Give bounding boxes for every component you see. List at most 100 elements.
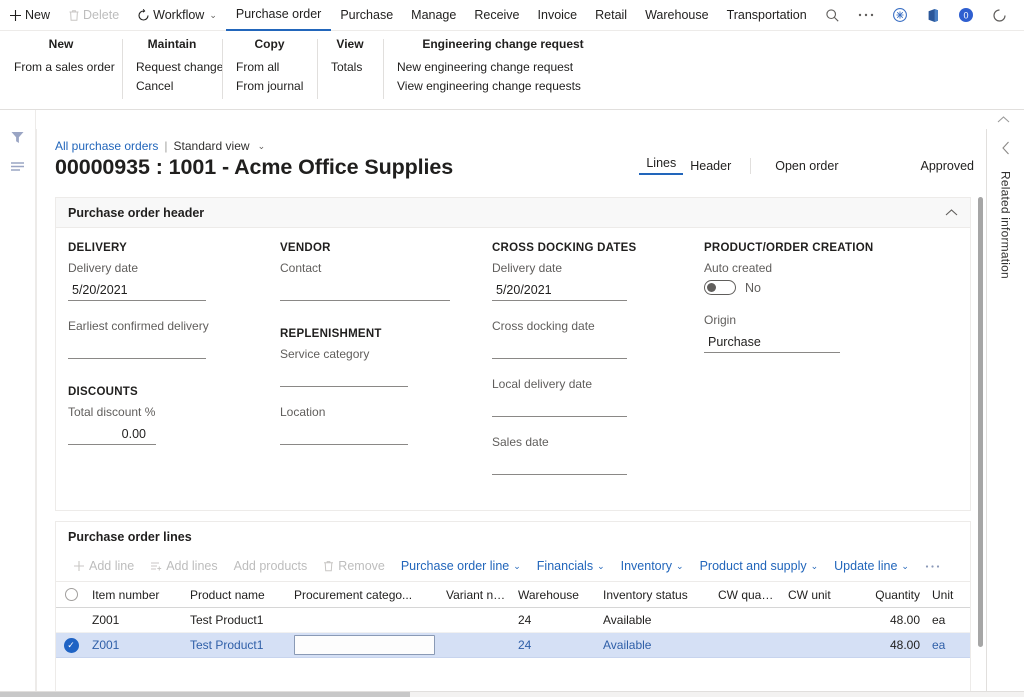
tab-purchase-order[interactable]: Purchase order bbox=[225, 0, 332, 31]
office-app-button[interactable] bbox=[917, 0, 949, 31]
content-vertical-scrollbar[interactable] bbox=[975, 197, 985, 647]
field-earliest-confirmed-delivery-input[interactable] bbox=[68, 338, 206, 359]
cell-product-name[interactable]: Test Product1 bbox=[184, 638, 288, 652]
notifications-button[interactable]: 0 bbox=[949, 0, 983, 31]
update-line-menu[interactable]: Update line ⌄ bbox=[827, 553, 916, 579]
cell-item-number[interactable]: Z001 bbox=[86, 613, 184, 627]
cell-procurement-category[interactable] bbox=[288, 635, 440, 655]
ribbon-link-request-change[interactable]: Request change bbox=[136, 58, 223, 77]
breadcrumb-all-purchase-orders[interactable]: All purchase orders bbox=[55, 139, 158, 153]
financials-menu[interactable]: Financials ⌄ bbox=[530, 553, 612, 579]
ribbon-link-from-journal[interactable]: From journal bbox=[236, 77, 303, 96]
filter-icon[interactable] bbox=[10, 130, 25, 145]
delete-button[interactable]: Delete bbox=[59, 0, 128, 31]
update-line-menu-label: Update line bbox=[834, 559, 898, 573]
check-icon[interactable]: ✓ bbox=[63, 637, 79, 653]
tab-manage[interactable]: Manage bbox=[402, 0, 465, 31]
share-button[interactable] bbox=[883, 0, 917, 31]
ribbon-link-cancel[interactable]: Cancel bbox=[136, 77, 208, 96]
remove-button[interactable]: Remove bbox=[316, 553, 392, 579]
tab-purchase[interactable]: Purchase bbox=[331, 0, 402, 31]
column-header-item-number[interactable]: Item number bbox=[86, 588, 184, 602]
chevron-up-icon[interactable] bbox=[945, 208, 958, 217]
procurement-category-input[interactable] bbox=[294, 635, 435, 655]
purchase-order-lines-header-bar[interactable]: Purchase order lines bbox=[56, 522, 970, 551]
scrollbar-thumb[interactable] bbox=[978, 197, 983, 647]
field-sales-date-input[interactable] bbox=[492, 454, 627, 475]
tab-invoice[interactable]: Invoice bbox=[529, 0, 587, 31]
ribbon-link-view-engineering-change-requests[interactable]: View engineering change requests bbox=[397, 77, 609, 96]
cell-inventory-status[interactable]: Available bbox=[597, 638, 712, 652]
field-local-delivery-date-input[interactable] bbox=[492, 396, 627, 417]
related-information-panel[interactable]: Related information bbox=[986, 129, 1024, 697]
ribbon-link-from-all[interactable]: From all bbox=[236, 58, 303, 77]
collapse-action-pane-button[interactable] bbox=[992, 110, 1014, 128]
column-header-variant-number[interactable]: Variant num... bbox=[440, 588, 512, 602]
column-header-warehouse[interactable]: Warehouse bbox=[512, 588, 597, 602]
overflow-menu-button[interactable] bbox=[849, 0, 883, 31]
cell-unit[interactable]: ea bbox=[926, 638, 966, 652]
new-button[interactable]: New bbox=[0, 0, 59, 31]
column-header-procurement-category[interactable]: Procurement catego... bbox=[288, 588, 440, 602]
radio-unselected-icon[interactable] bbox=[64, 588, 78, 601]
column-header-unit[interactable]: Unit bbox=[926, 588, 966, 602]
field-location-input[interactable] bbox=[280, 424, 408, 445]
tab-transportation[interactable]: Transportation bbox=[718, 0, 816, 31]
inventory-menu[interactable]: Inventory ⌄ bbox=[614, 553, 691, 579]
ribbon-link-from-a-sales-order[interactable]: From a sales order bbox=[14, 58, 115, 77]
column-header-cw-unit[interactable]: CW unit bbox=[782, 588, 838, 602]
cell-warehouse[interactable]: 24 bbox=[512, 638, 597, 652]
table-row[interactable]: Z001 Test Product1 24 Available 48.00 ea bbox=[56, 608, 970, 633]
cell-warehouse[interactable]: 24 bbox=[512, 613, 597, 627]
select-all-cell[interactable] bbox=[56, 588, 86, 601]
purchase-order-line-menu[interactable]: Purchase order line ⌄ bbox=[394, 553, 528, 579]
tab-receive[interactable]: Receive bbox=[465, 0, 528, 31]
cell-item-number[interactable]: Z001 bbox=[86, 638, 184, 652]
table-row[interactable]: ✓ Z001 Test Product1 24 Available 48.00 bbox=[56, 633, 970, 658]
field-auto-created: Auto created No bbox=[704, 260, 944, 295]
ribbon-group-ecr-title: Engineering change request bbox=[422, 37, 584, 51]
cell-product-name[interactable]: Test Product1 bbox=[184, 613, 288, 627]
window-bottom-scrollbar[interactable] bbox=[0, 691, 1024, 697]
row-select-cell[interactable]: ✓ bbox=[56, 637, 86, 653]
tab-retail[interactable]: Retail bbox=[586, 0, 636, 31]
cell-inventory-status[interactable]: Available bbox=[597, 613, 712, 627]
chevron-left-icon[interactable] bbox=[1001, 141, 1011, 155]
column-header-cw-quantity[interactable]: CW quantity bbox=[712, 588, 782, 602]
add-lines-button[interactable]: Add lines bbox=[143, 553, 224, 579]
field-contact-input[interactable] bbox=[280, 280, 450, 301]
auto-created-toggle[interactable] bbox=[704, 280, 736, 295]
tab-header[interactable]: Header bbox=[683, 159, 738, 173]
refresh-button[interactable] bbox=[983, 0, 1016, 31]
field-origin-input[interactable]: Purchase bbox=[704, 332, 840, 353]
field-cross-docking-date-input[interactable] bbox=[492, 338, 627, 359]
ribbon-link-totals[interactable]: Totals bbox=[331, 58, 369, 77]
view-selector-label[interactable]: Standard view bbox=[174, 139, 250, 153]
column-header-product-name[interactable]: Product name bbox=[184, 588, 288, 602]
add-line-button[interactable]: Add line bbox=[66, 553, 141, 579]
add-products-button[interactable]: Add products bbox=[227, 553, 315, 579]
field-delivery-date-input[interactable]: 5/20/2021 bbox=[68, 280, 206, 301]
chevron-down-icon[interactable]: ⌄ bbox=[258, 141, 266, 152]
workflow-button[interactable]: Workflow ⌄ bbox=[128, 0, 226, 31]
tab-warehouse[interactable]: Warehouse bbox=[636, 0, 717, 31]
open-in-new-window-button[interactable] bbox=[1016, 0, 1024, 31]
search-button[interactable] bbox=[816, 0, 849, 31]
field-service-category-input[interactable] bbox=[280, 366, 408, 387]
overflow-ellipsis-icon bbox=[925, 564, 940, 569]
column-header-inventory-status[interactable]: Inventory status bbox=[597, 588, 712, 602]
ribbon-link-new-engineering-change-request[interactable]: New engineering change request bbox=[397, 58, 609, 77]
product-and-supply-menu[interactable]: Product and supply ⌄ bbox=[693, 553, 826, 579]
column-header-quantity[interactable]: Quantity bbox=[838, 588, 926, 602]
purchase-order-header-bar[interactable]: Purchase order header bbox=[56, 198, 970, 228]
cell-unit[interactable]: ea bbox=[926, 613, 966, 627]
tab-lines[interactable]: Lines bbox=[639, 156, 684, 175]
field-cd-delivery-date-input[interactable]: 5/20/2021 bbox=[492, 280, 627, 301]
field-total-discount-pct-input[interactable]: 0.00 bbox=[68, 424, 156, 445]
cell-quantity[interactable]: 48.00 bbox=[838, 638, 926, 652]
lines-overflow-menu[interactable] bbox=[918, 553, 947, 579]
grid-empty-space bbox=[56, 658, 970, 686]
lines-list-icon[interactable] bbox=[10, 161, 25, 172]
window-bottom-scrollbar-thumb[interactable] bbox=[0, 692, 410, 697]
cell-quantity[interactable]: 48.00 bbox=[838, 613, 926, 627]
